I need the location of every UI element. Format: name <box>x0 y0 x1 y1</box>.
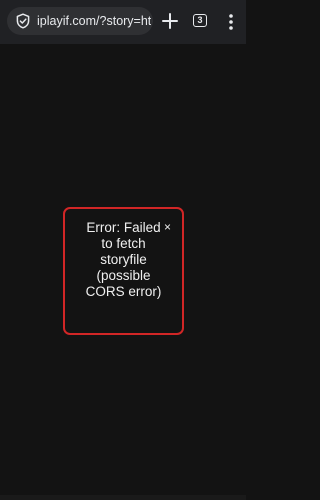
browser-window: iplayif.com/?story=https 3 × Error: Fail… <box>0 0 246 500</box>
address-bar[interactable]: iplayif.com/?story=https <box>7 7 153 35</box>
error-dialog: × Error: Failed to fetch storyfile (poss… <box>63 207 184 335</box>
plus-icon[interactable] <box>160 11 180 31</box>
tab-switcher-button[interactable]: 3 <box>193 14 207 27</box>
browser-toolbar: iplayif.com/?story=https 3 <box>0 0 246 44</box>
more-vert-icon[interactable] <box>227 12 235 32</box>
url-text[interactable]: iplayif.com/?story=https <box>37 13 151 29</box>
system-nav-bar <box>0 495 246 500</box>
error-message: Error: Failed to fetch storyfile (possib… <box>85 220 162 299</box>
site-info-icon[interactable] <box>15 13 31 29</box>
tab-count: 3 <box>197 15 203 25</box>
